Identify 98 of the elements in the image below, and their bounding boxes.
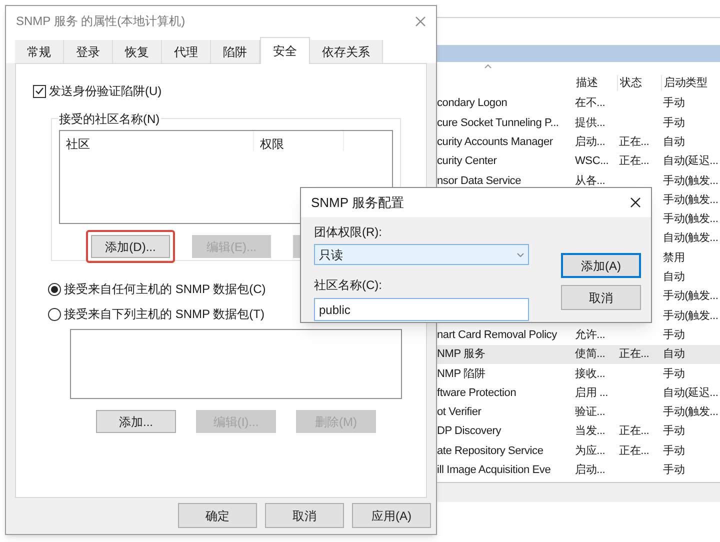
checkbox-label: 发送身份验证陷阱(U) <box>49 83 162 100</box>
dialog-button[interactable]: 取消 <box>561 285 641 310</box>
tab[interactable]: 登录 <box>64 40 113 63</box>
service-description: 从各... <box>575 174 606 187</box>
service-description: 启动... <box>575 464 606 476</box>
service-description: 接收... <box>575 368 606 380</box>
window-title: SNMP 服务 的属性(本地计算机) <box>16 13 186 30</box>
service-status: 正在... <box>619 136 650 148</box>
column-header[interactable]: 描述 <box>575 74 617 92</box>
sort-caret-icon <box>484 64 492 69</box>
service-row[interactable]: ill Image Acquisition Eve 启动... 手动 <box>437 460 720 480</box>
radio-button[interactable] <box>48 282 61 296</box>
checkbox[interactable] <box>33 84 46 98</box>
service-startup-type: 手动 <box>663 444 685 457</box>
tab[interactable]: 陷阱 <box>211 40 260 63</box>
check-icon <box>35 87 44 95</box>
tab[interactable]: 安全 <box>260 37 310 64</box>
service-status: 正在... <box>619 425 650 438</box>
service-description: 允许... <box>575 328 606 341</box>
service-row[interactable]: curity Accounts Manager 启动... 正在... 自动 <box>437 132 720 152</box>
community-name-input[interactable]: public <box>314 298 529 321</box>
dialog-button[interactable]: 取消 <box>265 503 344 528</box>
service-description: 当发... <box>575 425 606 438</box>
tab[interactable]: 常规 <box>15 40 64 63</box>
service-name: ill Image Acquisition Eve <box>437 464 551 476</box>
radio-label: 接受来自任何主机的 SNMP 数据包(C) <box>64 281 266 298</box>
service-row[interactable]: condary Logon 在不... 手动 <box>437 94 720 114</box>
service-startup-type: 自动(延迟... <box>663 155 718 168</box>
service-row[interactable]: DP Discovery 当发... 正在... 手动 <box>437 422 720 442</box>
dialog-button[interactable]: 确定 <box>178 503 257 528</box>
service-description: WSC... <box>575 155 609 168</box>
tab[interactable]: 依存关系 <box>310 40 383 63</box>
service-name: condary Logon <box>437 97 508 110</box>
service-name: NMP 陷阱 <box>437 368 486 380</box>
service-startup-type: 手动 <box>663 116 685 129</box>
service-startup-type: 手动 <box>663 425 685 438</box>
service-startup-type: 自动 <box>663 348 685 360</box>
chevron-down-icon <box>517 252 524 256</box>
service-name: DP Discovery <box>437 425 502 438</box>
radio-button[interactable] <box>48 308 61 320</box>
service-startup-type: 手动(触发... <box>663 310 718 322</box>
service-name: ate Repository Service <box>437 444 544 457</box>
service-row[interactable]: ate Repository Service 为应... 正在... 手动 <box>437 441 720 461</box>
service-name: ftware Protection <box>437 386 516 399</box>
service-description: 验证... <box>575 406 606 418</box>
service-row[interactable]: cure Socket Tunneling P... 提供... 手动 <box>437 113 720 133</box>
service-row[interactable]: curity Center WSC... 正在... 自动(延迟... <box>437 152 720 172</box>
service-startup-type: 自动 <box>663 271 685 284</box>
column-header[interactable]: 状态 <box>617 74 661 92</box>
service-row[interactable]: NMP 陷阱 接收... 手动 <box>437 364 720 384</box>
radio-label: 接受来自下列主机的 SNMP 数据包(T) <box>64 306 264 323</box>
service-name: NMP 服务 <box>437 348 486 360</box>
service-startup-type: 手动(触发... <box>663 194 718 206</box>
service-startup-type: 自动(触发... <box>663 232 718 244</box>
service-row[interactable]: ot Verifier 验证... 手动(触发... <box>437 402 720 422</box>
column-header[interactable]: 社区 <box>60 131 254 151</box>
service-row[interactable]: nsor Data Service 从各... 手动(触发... <box>437 171 720 190</box>
close-icon[interactable] <box>630 197 641 208</box>
service-name: curity Center <box>437 155 497 168</box>
service-status: 正在... <box>619 444 650 457</box>
field-label: 社区名称(C): <box>314 277 383 294</box>
service-startup-type: 自动 <box>663 136 685 148</box>
service-name: ot Verifier <box>437 406 482 418</box>
service-name: curity Accounts Manager <box>437 136 553 148</box>
service-description: 提供... <box>575 116 606 129</box>
field-label: 团体权限(R): <box>314 224 383 241</box>
service-status: 正在... <box>619 155 650 168</box>
service-name: nsor Data Service <box>437 174 522 187</box>
service-description: 启用 ... <box>575 386 608 399</box>
service-description: 启动... <box>575 136 606 148</box>
tab[interactable]: 代理 <box>162 40 211 63</box>
column-header[interactable]: 启动类型 <box>661 74 720 92</box>
service-startup-type: 手动(触发... <box>663 174 718 187</box>
service-row[interactable]: ftware Protection 启用 ... 自动(延迟... <box>437 383 720 403</box>
tab[interactable]: 恢复 <box>113 40 162 63</box>
rights-dropdown[interactable]: 只读 <box>314 244 529 265</box>
service-startup-type: 手动(触发... <box>663 406 718 418</box>
service-startup-type: 手动 <box>663 464 685 476</box>
window-title: SNMP 服务配置 <box>311 194 404 212</box>
service-name: nart Card Removal Policy <box>437 328 557 341</box>
service-description: 在不... <box>575 97 606 110</box>
service-startup-type: 手动 <box>663 97 685 110</box>
service-startup-type: 手动 <box>663 328 685 341</box>
service-description: 为应... <box>575 444 606 457</box>
service-startup-type: 手动(触发... <box>663 213 718 226</box>
group-label: 接受的社区名称(N) <box>58 110 161 128</box>
service-row[interactable]: NMP 服务 使简... 正在... 自动 <box>437 344 720 364</box>
dialog-button[interactable]: 添加... <box>96 410 176 433</box>
service-name: cure Socket Tunneling P... <box>437 116 559 129</box>
service-row[interactable]: nart Card Removal Policy 允许... 手动 <box>437 326 720 345</box>
service-startup-type: 自动(延迟... <box>663 386 718 399</box>
dialog-button[interactable]: 应用(A) <box>352 503 431 528</box>
column-header[interactable]: 权限 <box>254 131 344 151</box>
dialog-button[interactable]: 添加(D)... <box>91 235 170 258</box>
service-description: 使简... <box>575 348 606 360</box>
service-startup-type: 手动 <box>663 368 685 380</box>
dialog-button[interactable]: 添加(A) <box>561 253 641 278</box>
service-status: 正在... <box>619 348 650 360</box>
